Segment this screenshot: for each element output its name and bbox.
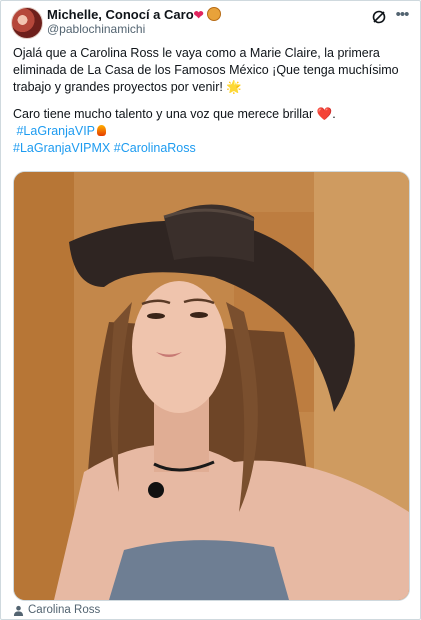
fire-emoji-icon — [97, 125, 107, 136]
hashtag-carolinaross[interactable]: #CarolinaRoss — [114, 141, 196, 155]
tweet-text-line-1: Ojalá que a Carolina Ross le vaya como a… — [13, 46, 399, 94]
tweet-text: Ojalá que a Carolina Ross le vaya como a… — [13, 45, 408, 157]
hashtag-lagranjavip[interactable]: #LaGranjaVIP — [16, 124, 95, 138]
tweet-paragraph-1: Ojalá que a Carolina Ross le vaya como a… — [13, 45, 408, 96]
heart-emoji: ❤️ — [316, 107, 333, 121]
tweet-text-line-2: Caro tiene mucho talento y una voz que m… — [13, 107, 314, 121]
avatar[interactable] — [11, 7, 43, 39]
grok-icon[interactable] — [371, 9, 387, 25]
author-name[interactable]: Michelle, Conocí a Caro❤ — [47, 7, 221, 22]
media-tag[interactable]: Carolina Ross — [13, 604, 100, 616]
media-tag-label[interactable]: Carolina Ross — [28, 604, 100, 616]
tweet-card[interactable]: Michelle, Conocí a Caro❤ @pablochinamich… — [0, 0, 421, 620]
tweet-text-line-2-end: . — [332, 107, 336, 121]
lion-emoji-icon — [206, 7, 221, 21]
more-icon[interactable]: ••• — [393, 7, 411, 25]
tweet-paragraph-2: Caro tiene mucho talento y una voz que m… — [13, 106, 408, 123]
star-emoji: 🌟 — [226, 80, 242, 94]
hashtag-line-2: #LaGranjaVIPMX #CarolinaRoss — [13, 140, 408, 157]
author-handle[interactable]: @pablochinamichi — [47, 22, 145, 36]
hashtag-line-1: #LaGranjaVIP — [13, 123, 408, 140]
author-name-text[interactable]: Michelle, Conocí a Caro — [47, 7, 194, 22]
hashtag-lagranjavipmx[interactable]: #LaGranjaVIPMX — [13, 141, 110, 155]
person-icon — [13, 605, 24, 616]
tweet-header: Michelle, Conocí a Caro❤ @pablochinamich… — [11, 7, 411, 39]
heart-emoji-icon: ❤ — [193, 8, 204, 22]
photo-illustration — [14, 172, 409, 600]
tweet-photo[interactable] — [13, 171, 410, 601]
